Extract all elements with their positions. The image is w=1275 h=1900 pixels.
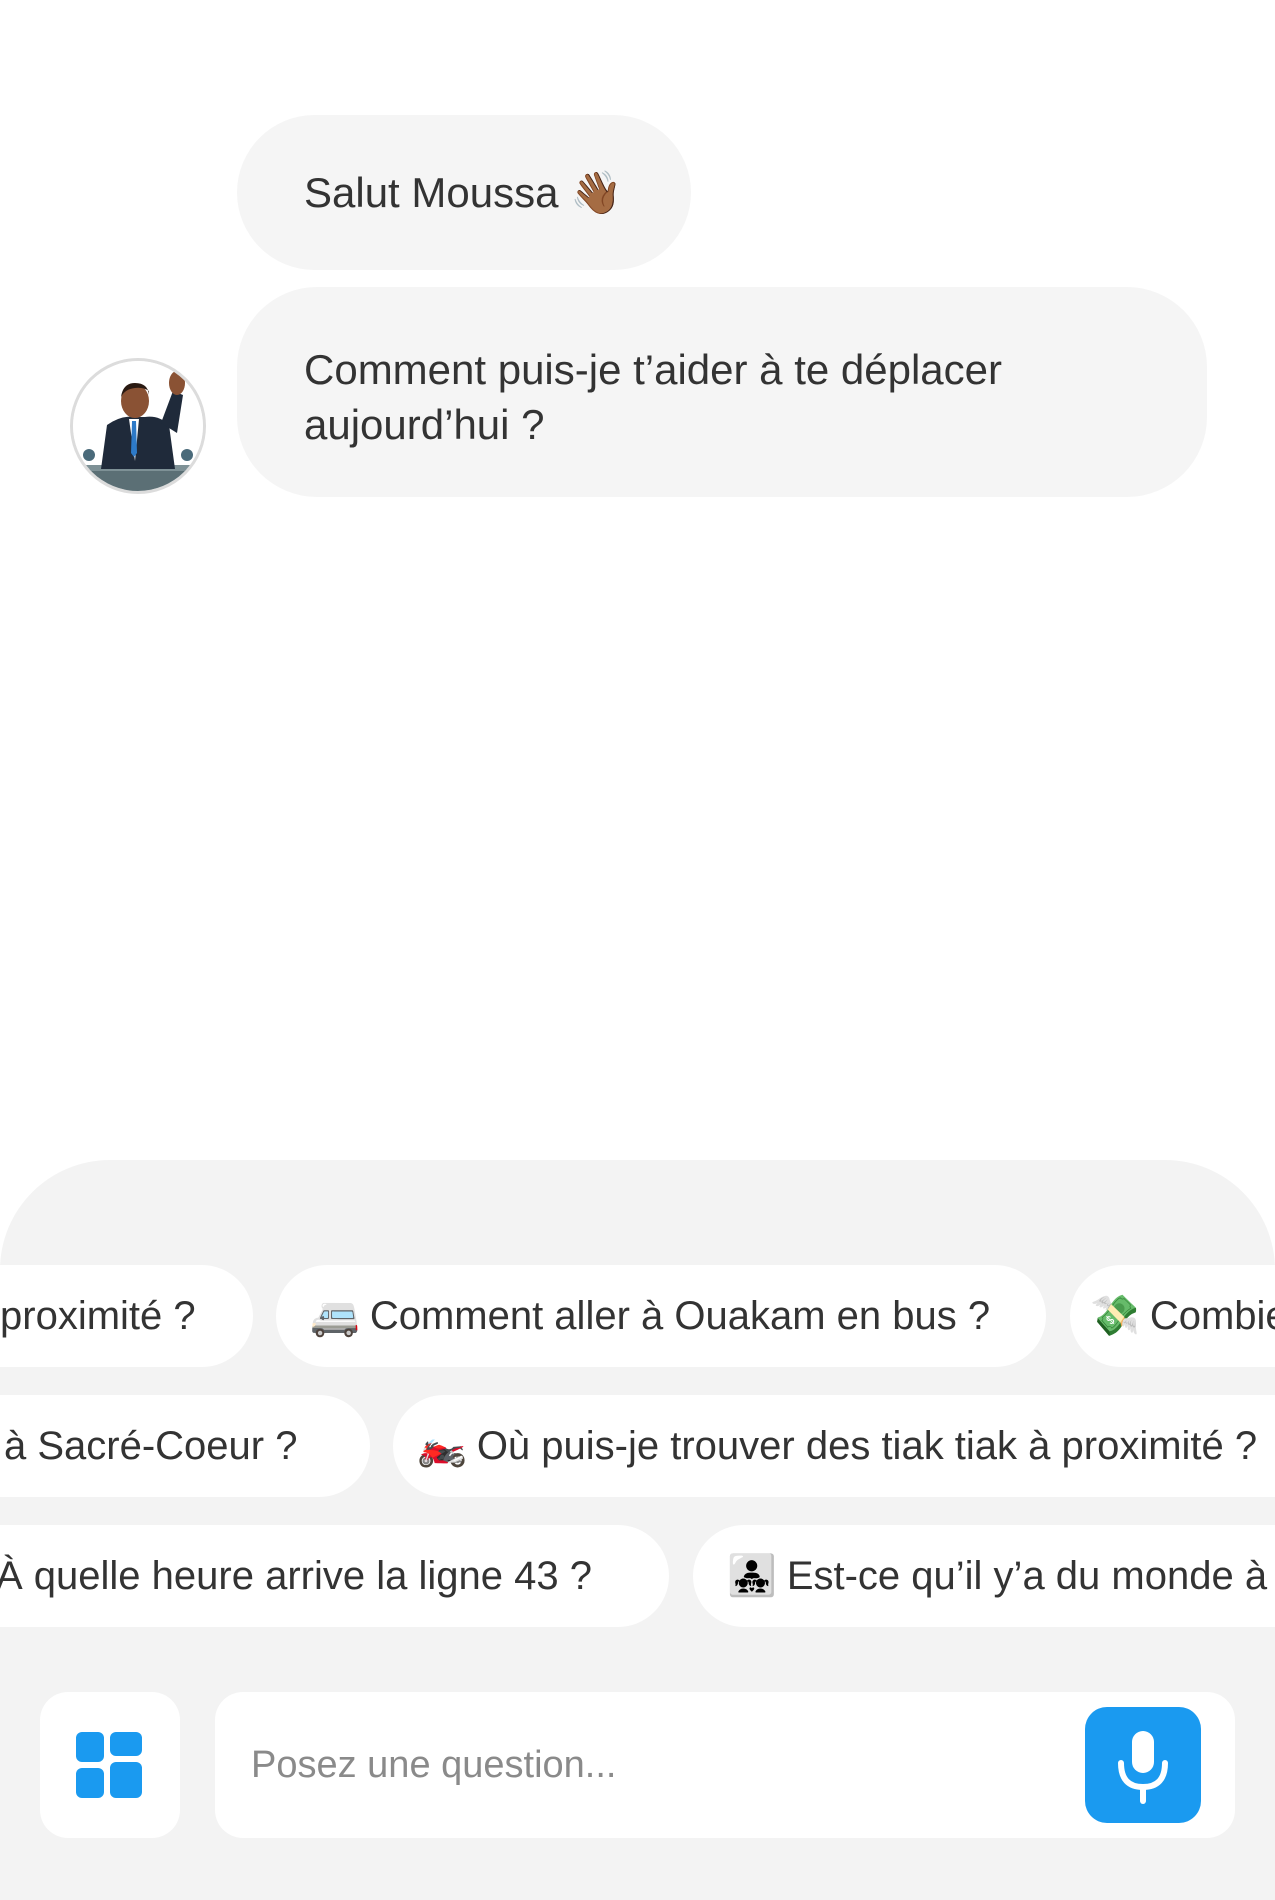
greeting-text: Salut Moussa xyxy=(304,169,559,216)
suggestion-text: Combie xyxy=(1149,1294,1275,1338)
assistant-avatar xyxy=(70,358,206,494)
suggestion-chip-cost[interactable]: 💸 Combie xyxy=(1070,1265,1275,1367)
suggestion-chip[interactable]: à Sacré-Coeur ? xyxy=(0,1395,370,1497)
suggestion-chip-line-43[interactable]: À quelle heure arrive la ligne 43 ? xyxy=(0,1525,669,1627)
motorcycle-icon: 🏍️ xyxy=(417,1424,467,1468)
suggestion-chip-tiak-tiak[interactable]: 🏍️ Où puis-je trouver des tiak tiak à pro… xyxy=(393,1395,1275,1497)
menu-button[interactable] xyxy=(40,1692,180,1838)
question-input[interactable]: Posez une question... xyxy=(215,1692,1235,1838)
money-wings-icon: 💸 xyxy=(1090,1294,1140,1338)
suggestion-text: Est-ce qu’il y’a du monde à xyxy=(786,1554,1268,1598)
suggestion-chip-crowd[interactable]: 👨‍👧‍👧 Est-ce qu’il y’a du monde à xyxy=(693,1525,1275,1627)
suggestion-chip-bus[interactable]: 🚐 Comment aller à Ouakam en bus ? xyxy=(276,1265,1046,1367)
question-input-placeholder: Posez une question... xyxy=(251,1744,617,1786)
assistant-question-bubble: Comment puis-je t’aider à te déplacer au… xyxy=(237,287,1207,497)
suggestion-text: Où puis-je trouver des tiak tiak à proxi… xyxy=(476,1424,1258,1468)
family-icon: 👨‍👧‍👧 xyxy=(727,1554,777,1598)
suggestion-text: À quelle heure arrive la ligne 43 ? xyxy=(0,1554,592,1598)
minibus-icon: 🚐 xyxy=(310,1294,360,1338)
assistant-question-text: Comment puis-je t’aider à te déplacer au… xyxy=(304,346,1003,448)
waving-hand-icon: 👋🏾 xyxy=(570,169,623,216)
suggestion-chips: proximité ? 🚐 Comment aller à Ouakam en b… xyxy=(0,1265,1275,1635)
microphone-icon xyxy=(1118,1731,1168,1804)
suggestion-text: à Sacré-Coeur ? xyxy=(4,1424,298,1468)
suggestion-chip[interactable]: proximité ? xyxy=(0,1265,253,1367)
suggestion-text: proximité ? xyxy=(0,1294,196,1338)
microphone-button[interactable] xyxy=(1085,1707,1201,1823)
suggestion-text: Comment aller à Ouakam en bus ? xyxy=(369,1294,991,1338)
greeting-bubble: Salut Moussa 👋🏾 xyxy=(237,115,691,270)
